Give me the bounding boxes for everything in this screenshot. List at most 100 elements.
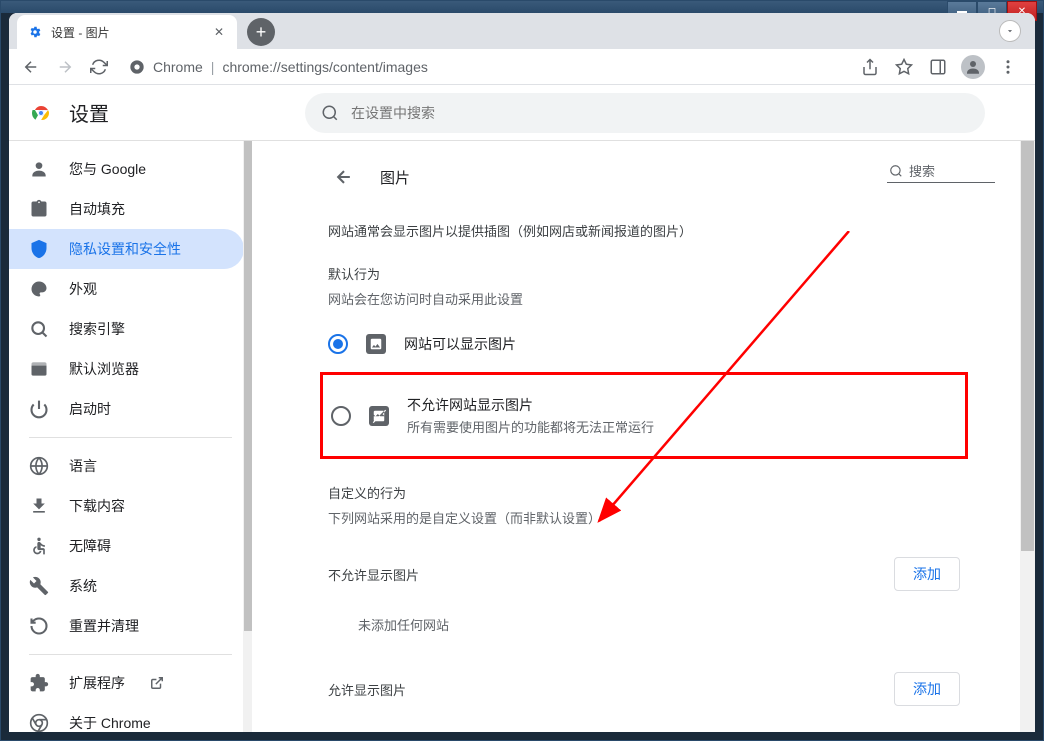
profile-avatar[interactable] xyxy=(961,55,985,79)
tab-search-button[interactable] xyxy=(999,20,1021,42)
sidebar-item-languages[interactable]: 语言 xyxy=(9,446,244,486)
clipboard-icon xyxy=(29,199,49,219)
sidebar-item-accessibility[interactable]: 无障碍 xyxy=(9,526,244,566)
search-icon xyxy=(889,164,903,178)
tab-strip: 设置 - 图片 ✕ + xyxy=(9,13,1035,49)
reload-button[interactable] xyxy=(85,53,113,81)
settings-title: 设置 xyxy=(69,98,109,127)
sidebar-item-appearance[interactable]: 外观 xyxy=(9,269,244,309)
sidebar-item-autofill[interactable]: 自动填充 xyxy=(9,189,244,229)
settings-search-input[interactable] xyxy=(351,105,969,121)
block-list-title: 不允许显示图片 xyxy=(328,565,419,584)
page-description: 网站通常会显示图片以提供插图（例如网店或新闻报道的图片） xyxy=(328,221,960,240)
globe-icon xyxy=(29,456,49,476)
settings-content: 图片 搜索 网站通常会显示图片以提供插图（例如网店或新闻报道的图片） 默认行为 … xyxy=(253,141,1035,732)
sidebar-item-search-engine[interactable]: 搜索引擎 xyxy=(9,309,244,349)
gear-icon xyxy=(27,24,43,40)
radio-block-label: 不允许网站显示图片 xyxy=(407,395,654,415)
tab-title: 设置 - 图片 xyxy=(51,24,110,41)
highlighted-option: 不允许网站显示图片 所有需要使用图片的功能都将无法正常运行 xyxy=(320,372,968,459)
address-bar[interactable]: Chrome | chrome://settings/content/image… xyxy=(119,59,853,75)
url-prefix: Chrome xyxy=(153,59,203,75)
sidebar-scrollbar[interactable] xyxy=(243,141,253,732)
settings-search-box[interactable] xyxy=(305,93,985,133)
radio-allow-images[interactable]: 网站可以显示图片 xyxy=(328,324,960,364)
bookmark-icon[interactable] xyxy=(893,56,915,78)
tab-close-button[interactable]: ✕ xyxy=(211,24,227,40)
radio-button-checked[interactable] xyxy=(328,334,348,354)
search-icon xyxy=(29,319,49,339)
radio-button-unchecked[interactable] xyxy=(331,406,351,426)
search-icon xyxy=(321,104,339,122)
add-block-site-button[interactable]: 添加 xyxy=(894,557,960,591)
menu-icon[interactable] xyxy=(997,56,1019,78)
url-separator: | xyxy=(211,59,215,75)
sidebar-divider xyxy=(29,437,232,438)
forward-button[interactable] xyxy=(51,53,79,81)
extension-icon xyxy=(29,673,49,693)
wrench-icon xyxy=(29,576,49,596)
sidebar-item-extensions[interactable]: 扩展程序 xyxy=(9,663,244,703)
sidebar-item-label: 无障碍 xyxy=(69,536,111,556)
sidebar-item-label: 您与 Google xyxy=(69,159,146,179)
sidebar-divider xyxy=(29,654,232,655)
accessibility-icon xyxy=(29,536,49,556)
content-back-button[interactable] xyxy=(328,161,360,193)
custom-behavior-title: 自定义的行为 xyxy=(328,483,960,502)
toolbar: Chrome | chrome://settings/content/image… xyxy=(9,49,1035,85)
sidebar-item-label: 默认浏览器 xyxy=(69,359,139,379)
default-behavior-title: 默认行为 xyxy=(328,264,960,283)
download-icon xyxy=(29,496,49,516)
sidebar-item-label: 重置并清理 xyxy=(69,616,139,636)
custom-behavior-subtitle: 下列网站采用的是自定义设置（而非默认设置） xyxy=(328,508,960,527)
radio-allow-label: 网站可以显示图片 xyxy=(404,334,516,354)
chrome-icon xyxy=(129,59,145,75)
sidebar-item-reset[interactable]: 重置并清理 xyxy=(9,606,244,646)
add-allow-site-button[interactable]: 添加 xyxy=(894,672,960,706)
palette-icon xyxy=(29,279,49,299)
back-button[interactable] xyxy=(17,53,45,81)
default-behavior-subtitle: 网站会在您访问时自动采用此设置 xyxy=(328,289,960,308)
share-icon[interactable] xyxy=(859,56,881,78)
side-panel-icon[interactable] xyxy=(927,56,949,78)
sidebar-item-label: 系统 xyxy=(69,576,97,596)
content-search[interactable]: 搜索 xyxy=(887,159,995,183)
sidebar-item-label: 搜索引擎 xyxy=(69,319,125,339)
sidebar-item-system[interactable]: 系统 xyxy=(9,566,244,606)
sidebar-item-downloads[interactable]: 下载内容 xyxy=(9,486,244,526)
allow-list-empty: 未添加任何网站 xyxy=(328,706,960,732)
sidebar-item-label: 语言 xyxy=(69,456,97,476)
sidebar-item-label: 关于 Chrome xyxy=(69,713,151,732)
image-icon xyxy=(366,334,386,354)
allow-list-title: 允许显示图片 xyxy=(328,680,406,699)
page-title: 图片 xyxy=(380,167,960,188)
sidebar-item-privacy[interactable]: 隐私设置和安全性 xyxy=(9,229,244,269)
sidebar-item-label: 下载内容 xyxy=(69,496,125,516)
chrome-logo-icon xyxy=(29,101,53,125)
chrome-outline-icon xyxy=(29,713,49,732)
sidebar-item-label: 自动填充 xyxy=(69,199,125,219)
sidebar-item-label: 外观 xyxy=(69,279,97,299)
person-icon xyxy=(29,159,49,179)
content-scrollbar[interactable] xyxy=(1020,141,1035,732)
content-search-label: 搜索 xyxy=(909,161,935,180)
settings-sidebar: 您与 Google 自动填充 隐私设置和安全性 外观 xyxy=(9,141,253,732)
browser-tab[interactable]: 设置 - 图片 ✕ xyxy=(17,15,237,49)
settings-header: 设置 xyxy=(9,85,1035,141)
image-off-icon xyxy=(369,406,389,426)
radio-block-sublabel: 所有需要使用图片的功能都将无法正常运行 xyxy=(407,417,654,436)
shield-icon xyxy=(29,239,49,259)
sidebar-item-label: 扩展程序 xyxy=(69,673,125,693)
sidebar-item-startup[interactable]: 启动时 xyxy=(9,389,244,429)
sidebar-item-default-browser[interactable]: 默认浏览器 xyxy=(9,349,244,389)
sidebar-item-label: 启动时 xyxy=(69,399,111,419)
power-icon xyxy=(29,399,49,419)
restore-icon xyxy=(29,616,49,636)
block-list-empty: 未添加任何网站 xyxy=(328,591,960,642)
radio-block-images[interactable]: 不允许网站显示图片 所有需要使用图片的功能都将无法正常运行 xyxy=(331,385,957,446)
browser-icon xyxy=(29,359,49,379)
new-tab-button[interactable]: + xyxy=(247,18,275,46)
sidebar-item-about[interactable]: 关于 Chrome xyxy=(9,703,244,732)
sidebar-item-you-and-google[interactable]: 您与 Google xyxy=(9,149,244,189)
external-link-icon xyxy=(149,675,165,691)
